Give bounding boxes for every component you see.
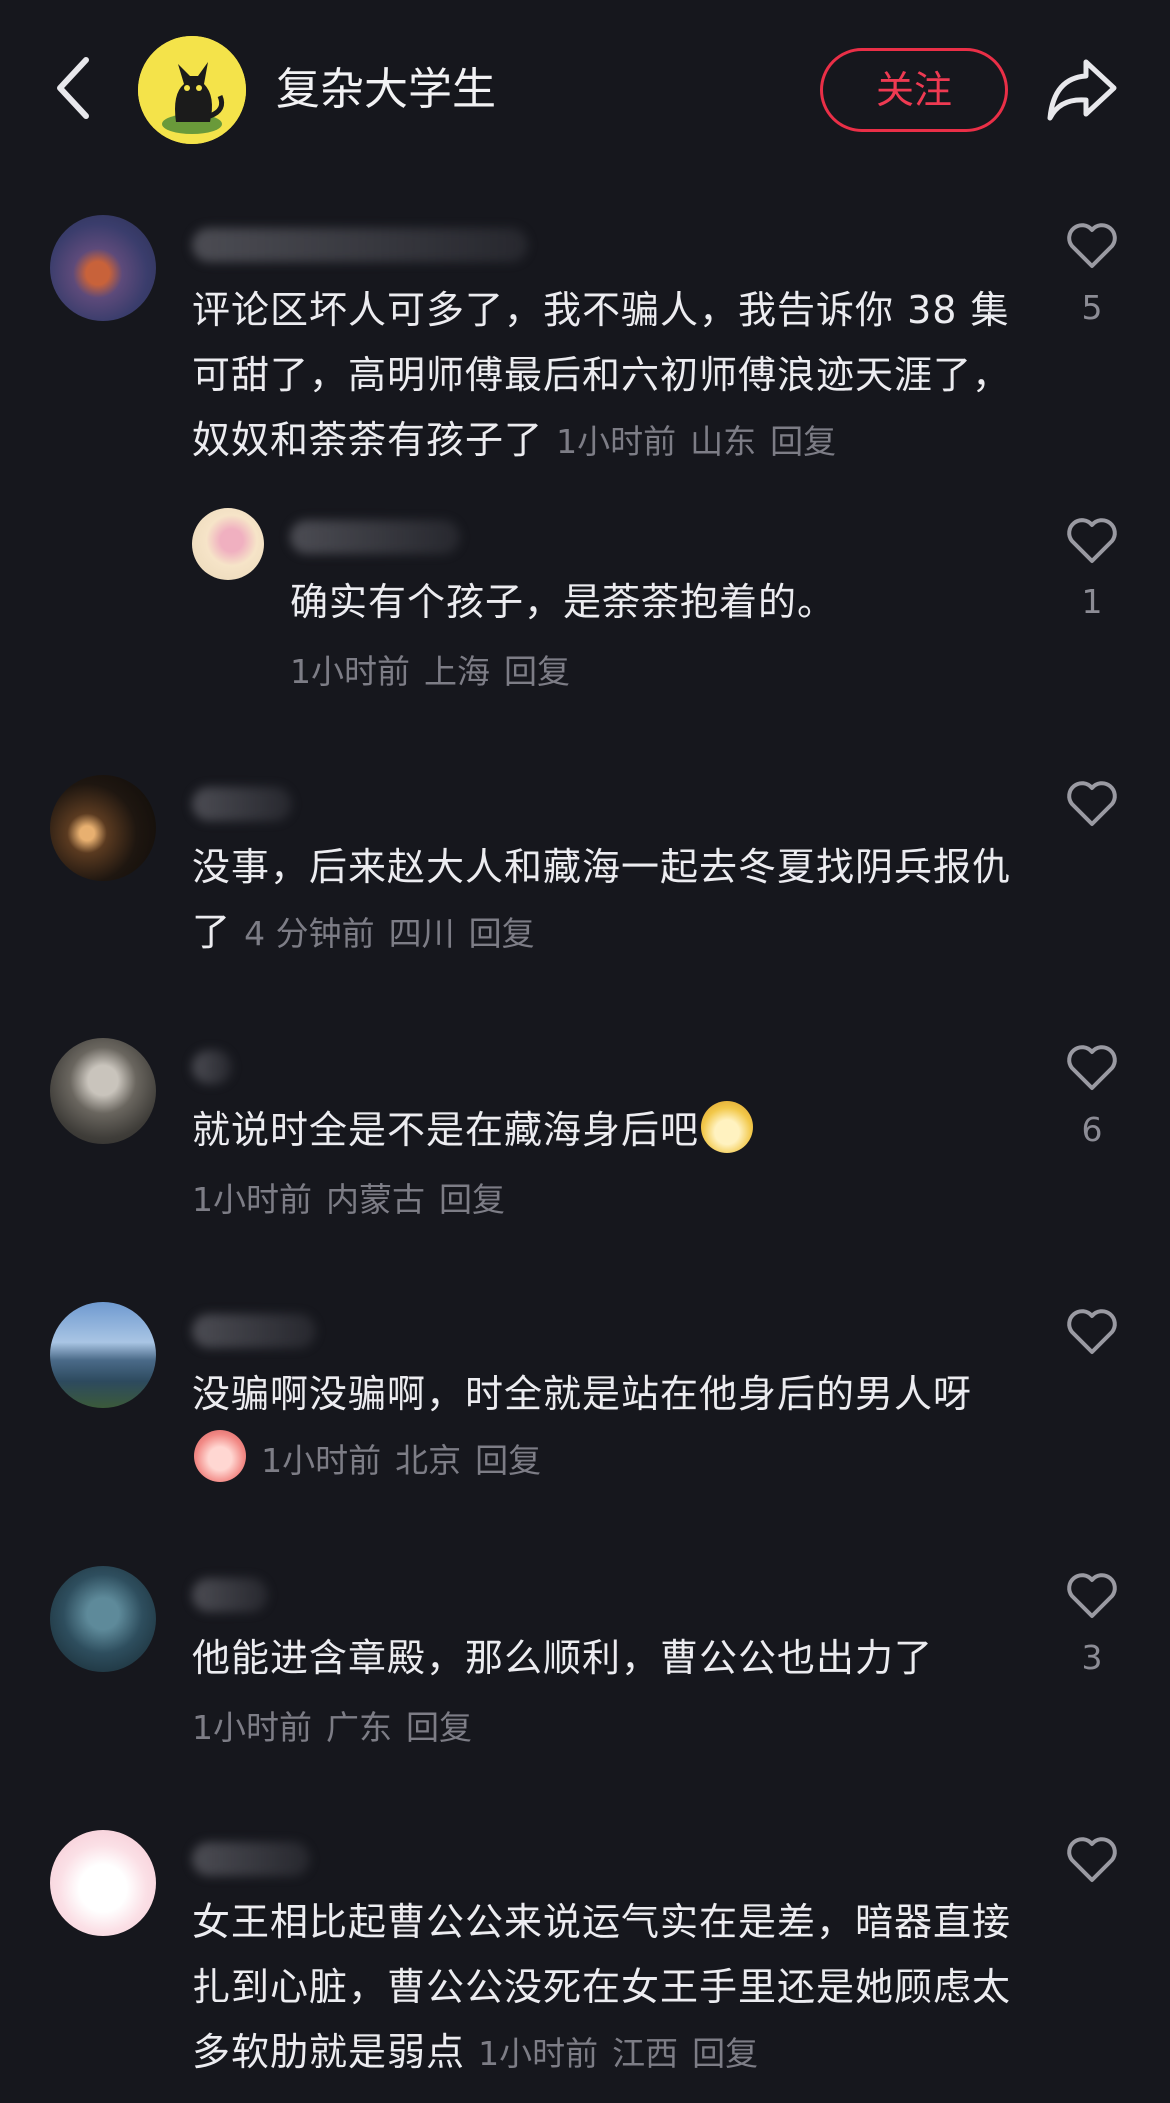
avatar[interactable] — [192, 508, 264, 580]
comment-time: 1小时前 — [192, 1708, 312, 1747]
heart-icon[interactable] — [1064, 515, 1120, 565]
reply-button[interactable]: 回复 — [475, 1441, 541, 1480]
reply-button[interactable]: 回复 — [469, 914, 535, 953]
share-icon[interactable] — [1046, 56, 1118, 124]
username-blurred[interactable] — [192, 1578, 268, 1612]
comment-text: 评论区坏人可多了，我不骗人，我告诉你 38 集可甜了，高明师傅最后和六初师傅浪迹… — [192, 278, 1012, 474]
comment-location: 内蒙古 — [326, 1180, 425, 1219]
comment-location: 江西 — [612, 2034, 679, 2073]
avatar[interactable] — [50, 1302, 156, 1408]
username-blurred[interactable] — [192, 1314, 316, 1348]
comment-text: 没事，后来赵大人和藏海一起去冬夏找阴兵报仇了 4 分钟前 四川 回复 — [192, 835, 1012, 966]
avatar[interactable] — [50, 775, 156, 881]
heart-icon[interactable] — [1064, 1834, 1120, 1884]
comment-text: 没骗啊没骗啊，时全就是站在他身后的男人呀 1小时前 北京 回复 — [192, 1362, 1012, 1493]
comment-text: 就说时全是不是在藏海身后吧 — [192, 1098, 1012, 1163]
heart-icon[interactable] — [1064, 778, 1120, 828]
heart-icon[interactable] — [1064, 1306, 1120, 1356]
comment-time: 1小时前 — [478, 2034, 599, 2073]
comment-meta: 1小时前 广东 回复 — [192, 1706, 486, 1750]
smiley-sticker-icon — [701, 1101, 754, 1153]
username-blurred[interactable] — [192, 228, 528, 262]
peach-sticker-icon — [194, 1430, 246, 1482]
comment-time: 4 分钟前 — [244, 914, 375, 953]
comment-body: 没骗啊没骗啊，时全就是站在他身后的男人呀 — [192, 1372, 973, 1416]
avatar[interactable] — [50, 215, 156, 321]
follow-button[interactable]: 关注 — [820, 48, 1008, 132]
account-avatar[interactable] — [138, 36, 246, 144]
avatar[interactable] — [50, 1566, 156, 1672]
reply-button[interactable]: 回复 — [770, 422, 836, 461]
account-name: 复杂大学生 — [276, 64, 496, 115]
username-blurred[interactable] — [192, 787, 292, 821]
comment-location: 北京 — [395, 1441, 462, 1480]
like-count: 5 — [1081, 288, 1103, 327]
top-bar: 复杂大学生 关注 — [0, 0, 1170, 180]
reply-button[interactable]: 回复 — [504, 652, 570, 691]
comment-meta: 1小时前 内蒙古 回复 — [192, 1178, 519, 1222]
avatar[interactable] — [50, 1038, 156, 1144]
comment-text: 他能进含章殿，那么顺利，曹公公也出力了 — [192, 1636, 934, 1680]
reply-button[interactable]: 回复 — [406, 1708, 472, 1747]
heart-icon[interactable] — [1064, 1042, 1120, 1092]
comment-time: 1小时前 — [192, 1180, 312, 1219]
comment-time: 1小时前 — [556, 422, 677, 461]
avatar[interactable] — [50, 1830, 156, 1936]
reply-button[interactable]: 回复 — [692, 2034, 758, 2073]
comment-location: 广东 — [326, 1708, 392, 1747]
heart-icon[interactable] — [1064, 220, 1120, 270]
heart-icon[interactable] — [1064, 1570, 1120, 1620]
comment-location: 上海 — [424, 652, 490, 691]
comment-time: 1小时前 — [261, 1441, 382, 1480]
comment-location: 山东 — [690, 422, 757, 461]
username-blurred[interactable] — [192, 1842, 310, 1876]
reply-button[interactable]: 回复 — [439, 1180, 505, 1219]
like-count: 6 — [1081, 1110, 1103, 1149]
comment-text: 确实有个孩子，是荼荼抱着的。 — [290, 580, 837, 624]
comment-meta: 1小时前 上海 回复 — [290, 650, 584, 694]
comment-body: 就说时全是不是在藏海身后吧 — [192, 1108, 700, 1152]
back-arrow-icon[interactable] — [48, 52, 100, 124]
like-count: 3 — [1081, 1638, 1103, 1677]
cat-avatar-icon — [138, 36, 246, 144]
comment-text: 女王相比起曹公公来说运气实在是差，暗器直接扎到心脏，曹公公没死在女王手里还是她顾… — [192, 1890, 1012, 2086]
comment-time: 1小时前 — [290, 652, 410, 691]
username-blurred[interactable] — [290, 520, 460, 554]
like-count: 1 — [1081, 582, 1103, 621]
comment-location: 四川 — [388, 914, 455, 953]
username-blurred[interactable] — [192, 1050, 232, 1084]
